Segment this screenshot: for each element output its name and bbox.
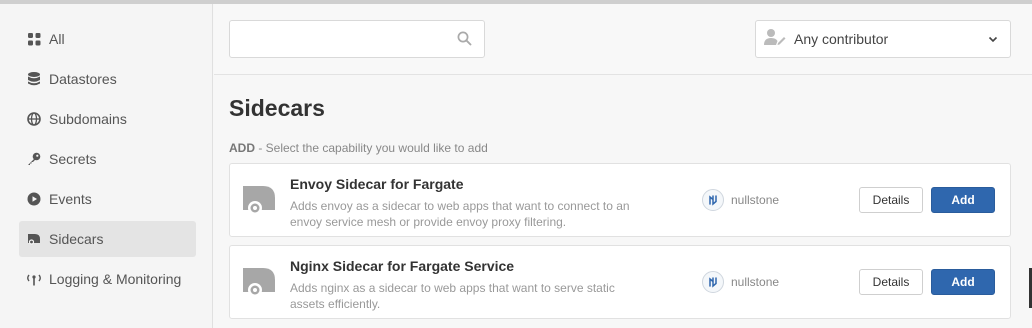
sidebar-item-label: Sidecars (49, 231, 104, 247)
sidebar-item-label: Events (49, 191, 92, 207)
sidebar-item-secrets[interactable]: Secrets (19, 141, 196, 177)
sidebar-item-label: All (49, 31, 65, 47)
card-description: Adds nginx as a sidecar to web apps that… (290, 281, 615, 311)
filter-bar: Any contributor (214, 4, 1032, 75)
add-button[interactable]: Add (931, 187, 995, 213)
publisher-name: nullstone (731, 275, 780, 289)
sidecar-icon (19, 233, 49, 245)
grid-icon (19, 32, 49, 46)
capability-card: Envoy Sidecar for Fargate Adds envoy as … (229, 163, 1011, 237)
search-input[interactable] (230, 21, 440, 57)
publisher: nullstone (702, 271, 779, 293)
contributor-select[interactable]: Any contributor (755, 20, 1011, 58)
page-title: Sidecars (229, 95, 325, 121)
publisher-name: nullstone (731, 193, 780, 207)
sidebar-item-label: Logging & Monitoring (49, 271, 182, 287)
sidecar-icon (241, 266, 277, 303)
card-title: Envoy Sidecar for Fargate (290, 176, 464, 192)
sidebar-item-subdomains[interactable]: Subdomains (19, 101, 196, 137)
sidecar-icon (241, 184, 277, 221)
globe-icon (19, 112, 49, 126)
capability-card: Nginx Sidecar for Fargate Service Adds n… (229, 245, 1011, 319)
card-title: Nginx Sidecar for Fargate Service (290, 258, 515, 274)
nullstone-logo-icon (702, 271, 724, 293)
sidebar: All Datastores Subdomains Secrets Events… (0, 4, 213, 328)
nullstone-logo-icon (702, 189, 724, 211)
play-circle-icon (19, 192, 49, 206)
subtitle-strong: ADD (229, 141, 255, 155)
search-box (229, 20, 485, 58)
sidebar-item-label: Datastores (49, 71, 117, 87)
contributor-select-value: Any contributor (794, 31, 889, 47)
sidebar-item-datastores[interactable]: Datastores (19, 61, 196, 97)
sidebar-item-events[interactable]: Events (19, 181, 196, 217)
sidebar-item-label: Subdomains (49, 111, 127, 127)
sidebar-item-logging-monitoring[interactable]: Logging & Monitoring (19, 261, 196, 297)
publisher: nullstone (702, 189, 779, 211)
key-icon (19, 152, 49, 166)
card-description: Adds envoy as a sidecar to web apps that… (290, 199, 630, 229)
sidebar-item-all[interactable]: All (19, 21, 196, 57)
details-button[interactable]: Details (859, 269, 923, 295)
chevron-down-icon (988, 30, 998, 48)
database-icon (19, 72, 49, 86)
antenna-icon (19, 273, 49, 286)
user-edit-icon (764, 28, 786, 51)
sidebar-item-label: Secrets (49, 151, 97, 167)
main-content: Any contributor Sidecars ADD - Select th… (214, 4, 1032, 328)
sidebar-item-sidecars[interactable]: Sidecars (19, 221, 196, 257)
details-button[interactable]: Details (859, 187, 923, 213)
section-subtitle: ADD - Select the capability you would li… (229, 141, 488, 155)
search-icon[interactable] (457, 31, 472, 51)
subtitle-text: - Select the capability you would like t… (255, 141, 488, 155)
add-button[interactable]: Add (931, 269, 995, 295)
